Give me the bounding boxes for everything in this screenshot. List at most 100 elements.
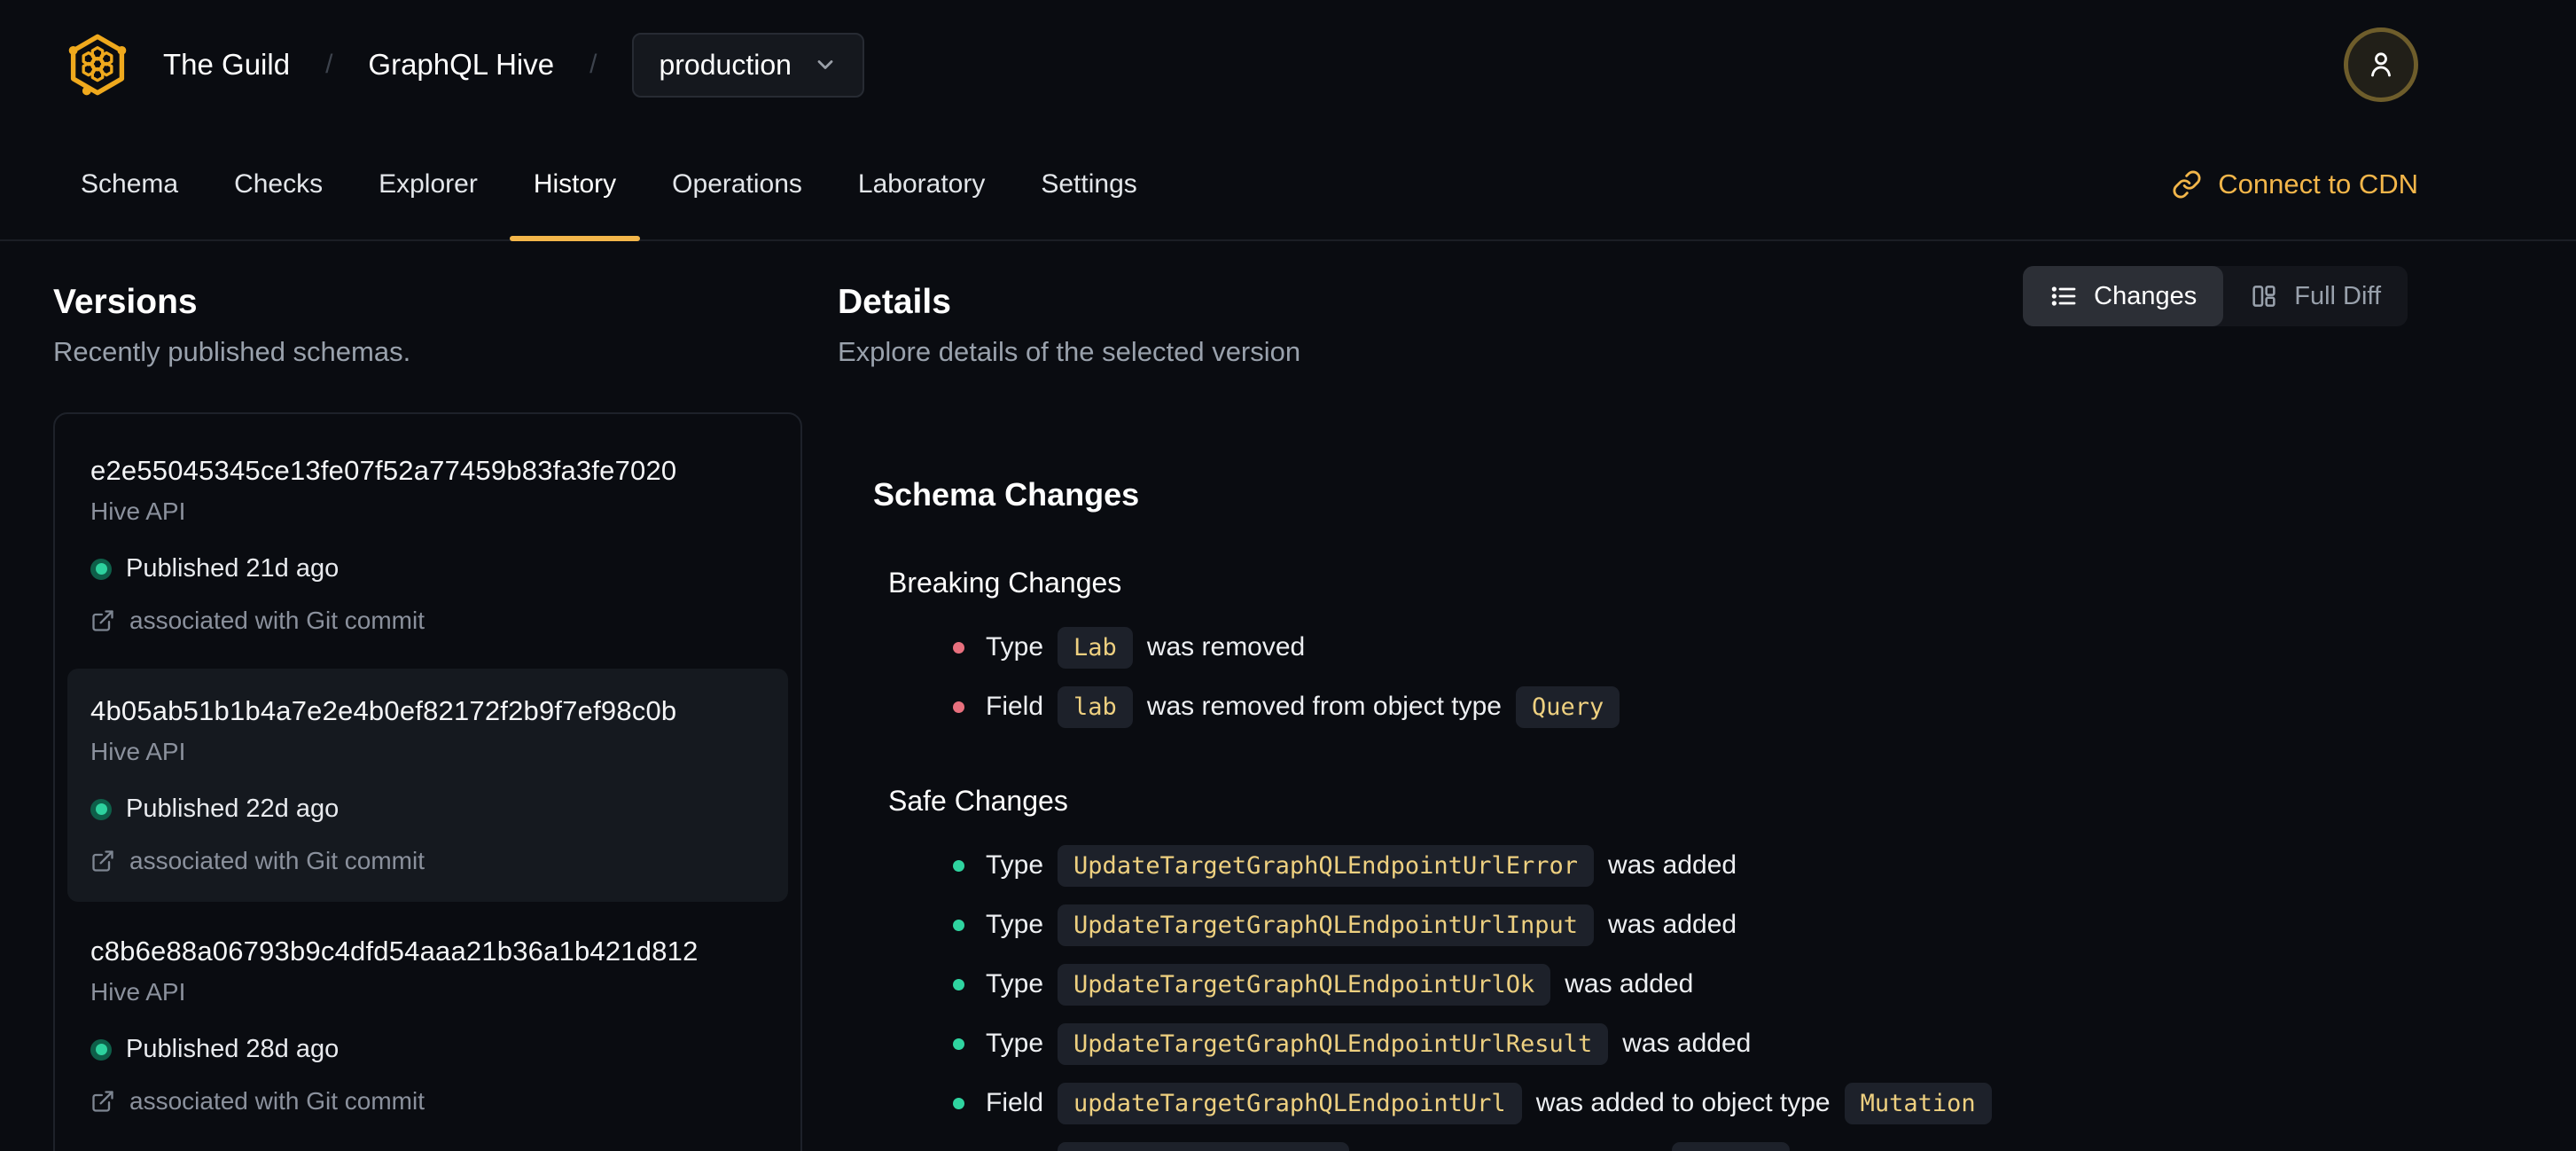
tab-history[interactable]: History xyxy=(509,129,641,241)
nav-tabs: Schema Checks Explorer History Operations Lab… xyxy=(57,129,1169,241)
bullet-icon xyxy=(953,1097,964,1109)
version-hash: 4b05ab51b1b4a7e2e4b0ef82172f2b9f7ef98c0b xyxy=(90,695,677,726)
change-text: was added xyxy=(1622,1029,1752,1058)
code-chip: updateTargetGraphQLEndpointUrl xyxy=(1058,1082,1522,1124)
published-dot-icon xyxy=(90,798,112,820)
code-chip: Target xyxy=(1671,1141,1791,1151)
version-status: Published 28d ago xyxy=(90,1035,765,1064)
version-service: Hive API xyxy=(90,978,186,1006)
change-text: was added xyxy=(1608,910,1737,939)
code-chip: UpdateTargetGraphQLEndpointUrlError xyxy=(1058,844,1594,887)
full-diff-toggle-label: Full Diff xyxy=(2294,281,2381,310)
external-link-icon xyxy=(92,850,113,872)
code-chip: UpdateTargetGraphQLEndpointUrlInput xyxy=(1058,904,1594,946)
view-toggle: Changes Full Diff xyxy=(2023,266,2408,326)
tab-operations[interactable]: Operations xyxy=(648,129,826,239)
version-status-text: Published 22d ago xyxy=(126,795,340,823)
main-content: Versions Recently published schemas. e2e… xyxy=(0,241,2576,1151)
git-commit-link[interactable]: associated with Git commit xyxy=(90,847,765,875)
tab-schema[interactable]: Schema xyxy=(57,129,202,239)
bullet-icon xyxy=(953,1037,964,1050)
external-link-icon xyxy=(92,610,113,631)
change-text: Type xyxy=(986,910,1044,939)
git-commit-text: associated with Git commit xyxy=(129,847,425,874)
change-row: Type UpdateTargetGraphQLEndpointUrlError w… xyxy=(953,841,2408,890)
change-text: was removed from object type xyxy=(1146,692,1502,721)
safe-changes-heading: Safe Changes xyxy=(888,785,1068,817)
code-chip: lab xyxy=(1058,685,1133,728)
breaking-changes-heading: Breaking Changes xyxy=(888,567,1122,599)
bullet-icon xyxy=(953,978,964,990)
change-text: was added xyxy=(1608,850,1737,880)
tab-laboratory[interactable]: Laboratory xyxy=(834,129,1009,239)
breadcrumb-separator: / xyxy=(589,50,597,79)
change-text: Type xyxy=(986,850,1044,880)
bullet-icon xyxy=(953,701,964,713)
change-text: Type xyxy=(986,969,1044,998)
versions-subtitle: Recently published schemas. xyxy=(53,336,411,367)
versions-title: Versions xyxy=(53,283,198,321)
breaking-changes-list: Type Lab was removed Field lab was removed fr… xyxy=(888,622,2408,732)
details-header-text: Details Explore details of the selected … xyxy=(838,241,1300,368)
breadcrumb-separator: / xyxy=(325,50,333,79)
connect-to-cdn-label: Connect to CDN xyxy=(2218,168,2418,200)
version-service: Hive API xyxy=(90,497,186,525)
change-row: Field updateTargetGraphQLEndpointUrl was a… xyxy=(953,1078,2408,1128)
change-row: Field lab was removed from object type Quer… xyxy=(953,682,2408,732)
change-row: Type UpdateTargetGraphQLEndpointUrlResult… xyxy=(953,1019,2408,1069)
git-commit-text: associated with Git commit xyxy=(129,607,425,634)
list-icon xyxy=(2051,286,2076,306)
code-chip: Mutation xyxy=(1844,1082,1992,1124)
change-row: Type UpdateTargetGraphQLEndpointUrlInput w… xyxy=(953,900,2408,950)
target-selector-value: production xyxy=(659,48,792,81)
tab-settings[interactable]: Settings xyxy=(1017,129,1160,239)
change-text: Field xyxy=(986,1088,1044,1117)
code-chip: Lab xyxy=(1058,626,1133,669)
change-text: Field xyxy=(986,1147,1043,1151)
change-text: Field xyxy=(986,692,1044,721)
code-chip: UpdateTargetGraphQLEndpointUrlResult xyxy=(1058,1022,1609,1065)
change-text: was added xyxy=(1565,969,1694,998)
schema-changes-title: Schema Changes xyxy=(873,476,1140,513)
split-columns-icon xyxy=(2252,286,2275,307)
version-status-text: Published 21d ago xyxy=(126,554,340,583)
change-row: Type Lab was removed xyxy=(953,622,2408,672)
full-diff-toggle-button[interactable]: Full Diff xyxy=(2223,266,2408,326)
published-dot-icon xyxy=(90,558,112,580)
git-commit-link[interactable]: associated with Git commit xyxy=(90,607,765,635)
version-hash: c8b6e88a06793b9c4dfd54aaa21b36a1b421d812 xyxy=(90,936,699,967)
connect-to-cdn-link[interactable]: Connect to CDN xyxy=(2172,129,2418,239)
breadcrumb-project[interactable]: GraphQL Hive xyxy=(368,48,554,82)
changes-toggle-label: Changes xyxy=(2094,281,2197,310)
code-chip: graphqlEndpointUrl xyxy=(1058,1141,1349,1151)
tab-checks[interactable]: Checks xyxy=(210,129,347,239)
version-service: Hive API xyxy=(90,738,186,765)
git-commit-text: associated with Git commit xyxy=(129,1087,425,1115)
user-avatar-button[interactable] xyxy=(2344,27,2418,102)
breadcrumb-org[interactable]: The Guild xyxy=(163,48,290,82)
tab-explorer[interactable]: Explorer xyxy=(355,129,502,239)
link-icon xyxy=(2173,170,2201,199)
changes-toggle-button[interactable]: Changes xyxy=(2023,266,2224,326)
details-subtitle: Explore details of the selected version xyxy=(838,336,1301,367)
safe-changes-section: Safe Changes Type UpdateTargetGraphQLEndp… xyxy=(888,785,2408,1151)
details-column: Details Explore details of the selected … xyxy=(838,241,2576,1151)
code-chip: UpdateTargetGraphQLEndpointUrlOk xyxy=(1058,963,1551,1006)
version-card[interactable]: 4b05ab51b1b4a7e2e4b0ef82172f2b9f7ef98c0b… xyxy=(67,669,788,902)
git-commit-link[interactable]: associated with Git commit xyxy=(90,1087,765,1116)
version-hash: e2e55045345ce13fe07f52a77459b83fa3fe7020 xyxy=(90,455,677,486)
version-card[interactable]: e2e55045345ce13fe07f52a77459b83fa3fe7020… xyxy=(67,428,788,662)
change-text: was added to object type xyxy=(1363,1147,1658,1151)
change-row: Field graphqlEndpointUrl was added to obje… xyxy=(953,1138,2408,1151)
safe-changes-list: Type UpdateTargetGraphQLEndpointUrlError w… xyxy=(888,841,2408,1151)
bullet-icon xyxy=(953,859,964,872)
hive-logo-icon[interactable] xyxy=(64,31,131,98)
details-title: Details xyxy=(838,283,951,321)
main-nav: Schema Checks Explorer History Operations Lab… xyxy=(0,129,2576,241)
version-card[interactable]: c8b6e88a06793b9c4dfd54aaa21b36a1b421d812… xyxy=(67,909,788,1142)
change-row: Type UpdateTargetGraphQLEndpointUrlOk was … xyxy=(953,959,2408,1009)
target-selector[interactable]: production xyxy=(632,32,864,98)
external-link-icon xyxy=(92,1091,113,1112)
top-bar: The Guild / GraphQL Hive / production xyxy=(0,0,2576,129)
change-text: was removed xyxy=(1146,632,1306,662)
